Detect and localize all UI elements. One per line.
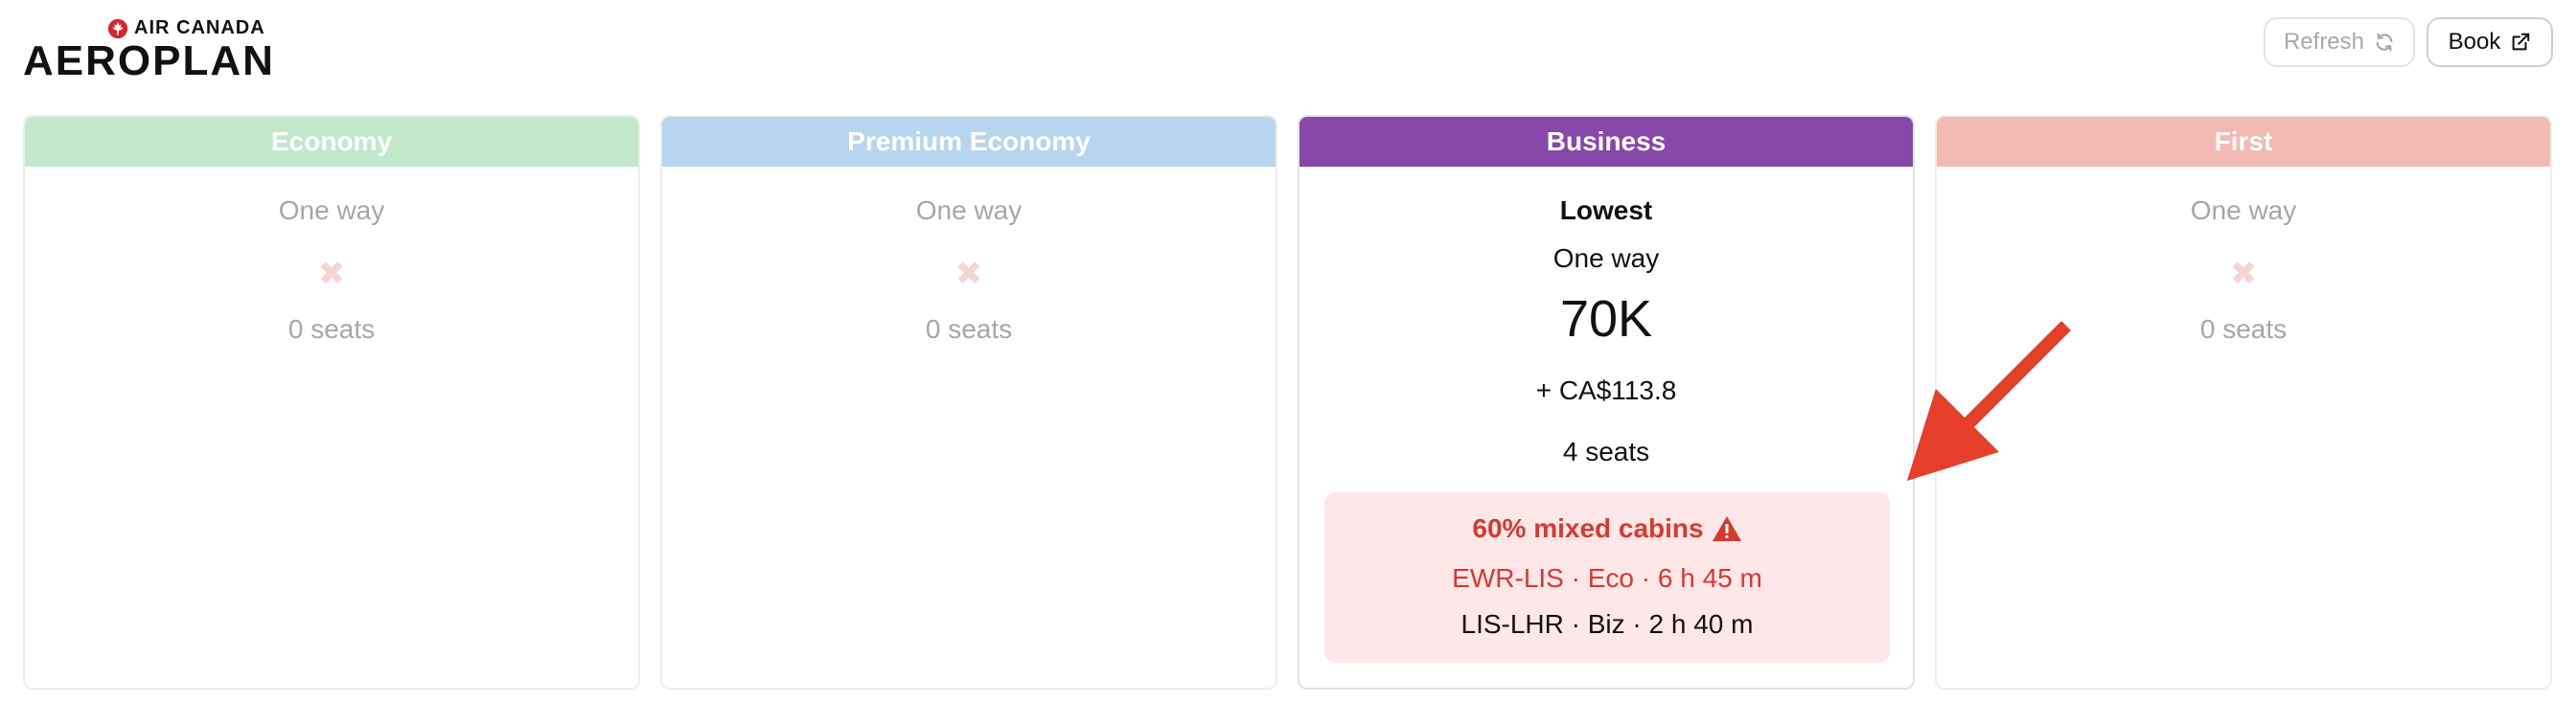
- cabin-header-economy: Economy: [25, 117, 638, 167]
- cabin-card-economy: Economy One way ✖ 0 seats: [23, 115, 640, 690]
- miles-price: 70K: [1559, 290, 1653, 348]
- close-icon: ✖: [954, 256, 983, 292]
- aeroplan-logo: AIR CANADA AEROPLAN: [23, 15, 282, 82]
- maple-leaf-icon: [107, 18, 128, 38]
- refresh-button[interactable]: Refresh: [2264, 17, 2415, 67]
- close-icon: ✖: [2229, 256, 2258, 292]
- close-icon: ✖: [317, 256, 346, 292]
- warning-icon: [1712, 516, 1741, 541]
- seat-count: 0 seats: [925, 314, 1013, 344]
- aeroplan-text: AEROPLAN: [23, 37, 275, 84]
- arrow-icon: [1907, 322, 2071, 481]
- trip-type: One way: [915, 195, 1023, 225]
- mixed-cabin-title-text: 60% mixed cabins: [1472, 513, 1704, 543]
- trip-type: One way: [278, 195, 385, 225]
- air-canada-wordmark: AIR CANADA: [107, 17, 265, 39]
- mixed-cabin-warning: 60% mixed cabins EWR-LIS · Eco · 6 h 45 …: [1324, 492, 1890, 663]
- refresh-icon: [2376, 33, 2393, 52]
- segment-business: LIS-LHR · Biz · 2 h 40 m: [1460, 609, 1754, 639]
- lowest-label: Lowest: [1559, 195, 1653, 225]
- cabin-header-first: First: [1937, 117, 2550, 167]
- air-canada-text: AIR CANADA: [134, 17, 265, 38]
- external-link-icon: [2513, 33, 2530, 51]
- book-label: Book: [2448, 29, 2501, 55]
- refresh-label: Refresh: [2283, 29, 2365, 55]
- seat-count: 4 seats: [1562, 437, 1650, 466]
- trip-type: One way: [2190, 195, 2297, 225]
- cabin-header-business: Business: [1300, 117, 1913, 167]
- trip-type: One way: [1552, 243, 1660, 273]
- mixed-cabin-title: 60% mixed cabins: [1324, 513, 1890, 544]
- cabin-card-business[interactable]: Business Lowest One way 70K + CA$113.8 4…: [1298, 115, 1915, 690]
- cabin-header-premium-economy: Premium Economy: [662, 117, 1276, 167]
- segment-economy: EWR-LIS · Eco · 6 h 45 m: [1452, 563, 1762, 593]
- book-button[interactable]: Book: [2426, 17, 2553, 67]
- seat-count: 0 seats: [288, 314, 376, 344]
- cabin-card-premium-economy: Premium Economy One way ✖ 0 seats: [660, 115, 1277, 690]
- cash-price: + CA$113.8: [1535, 375, 1677, 405]
